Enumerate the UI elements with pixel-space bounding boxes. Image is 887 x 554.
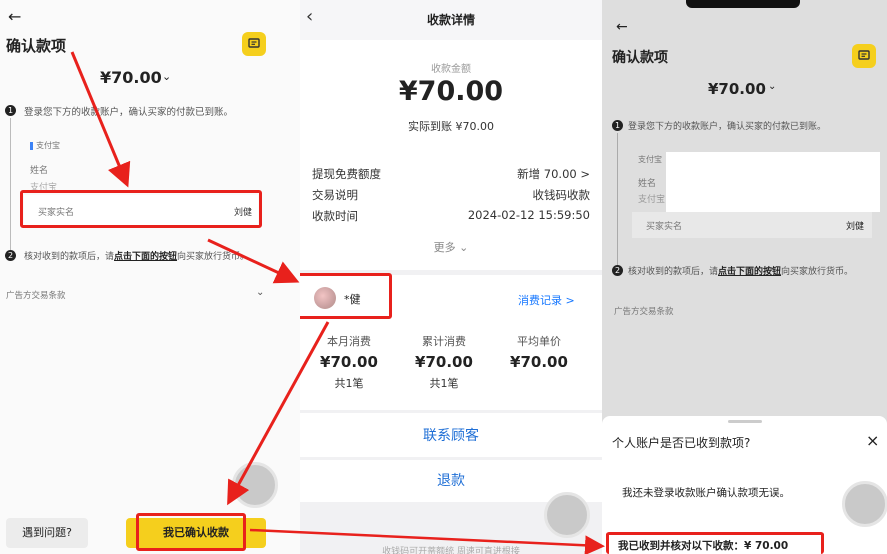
- arrow-to-payer: [207, 238, 300, 284]
- arrow-to-received: [249, 528, 605, 554]
- arrow-to-confirm: [227, 321, 330, 506]
- arrow-to-buyer-name: [70, 51, 131, 188]
- annotation-arrows: [70, 51, 605, 554]
